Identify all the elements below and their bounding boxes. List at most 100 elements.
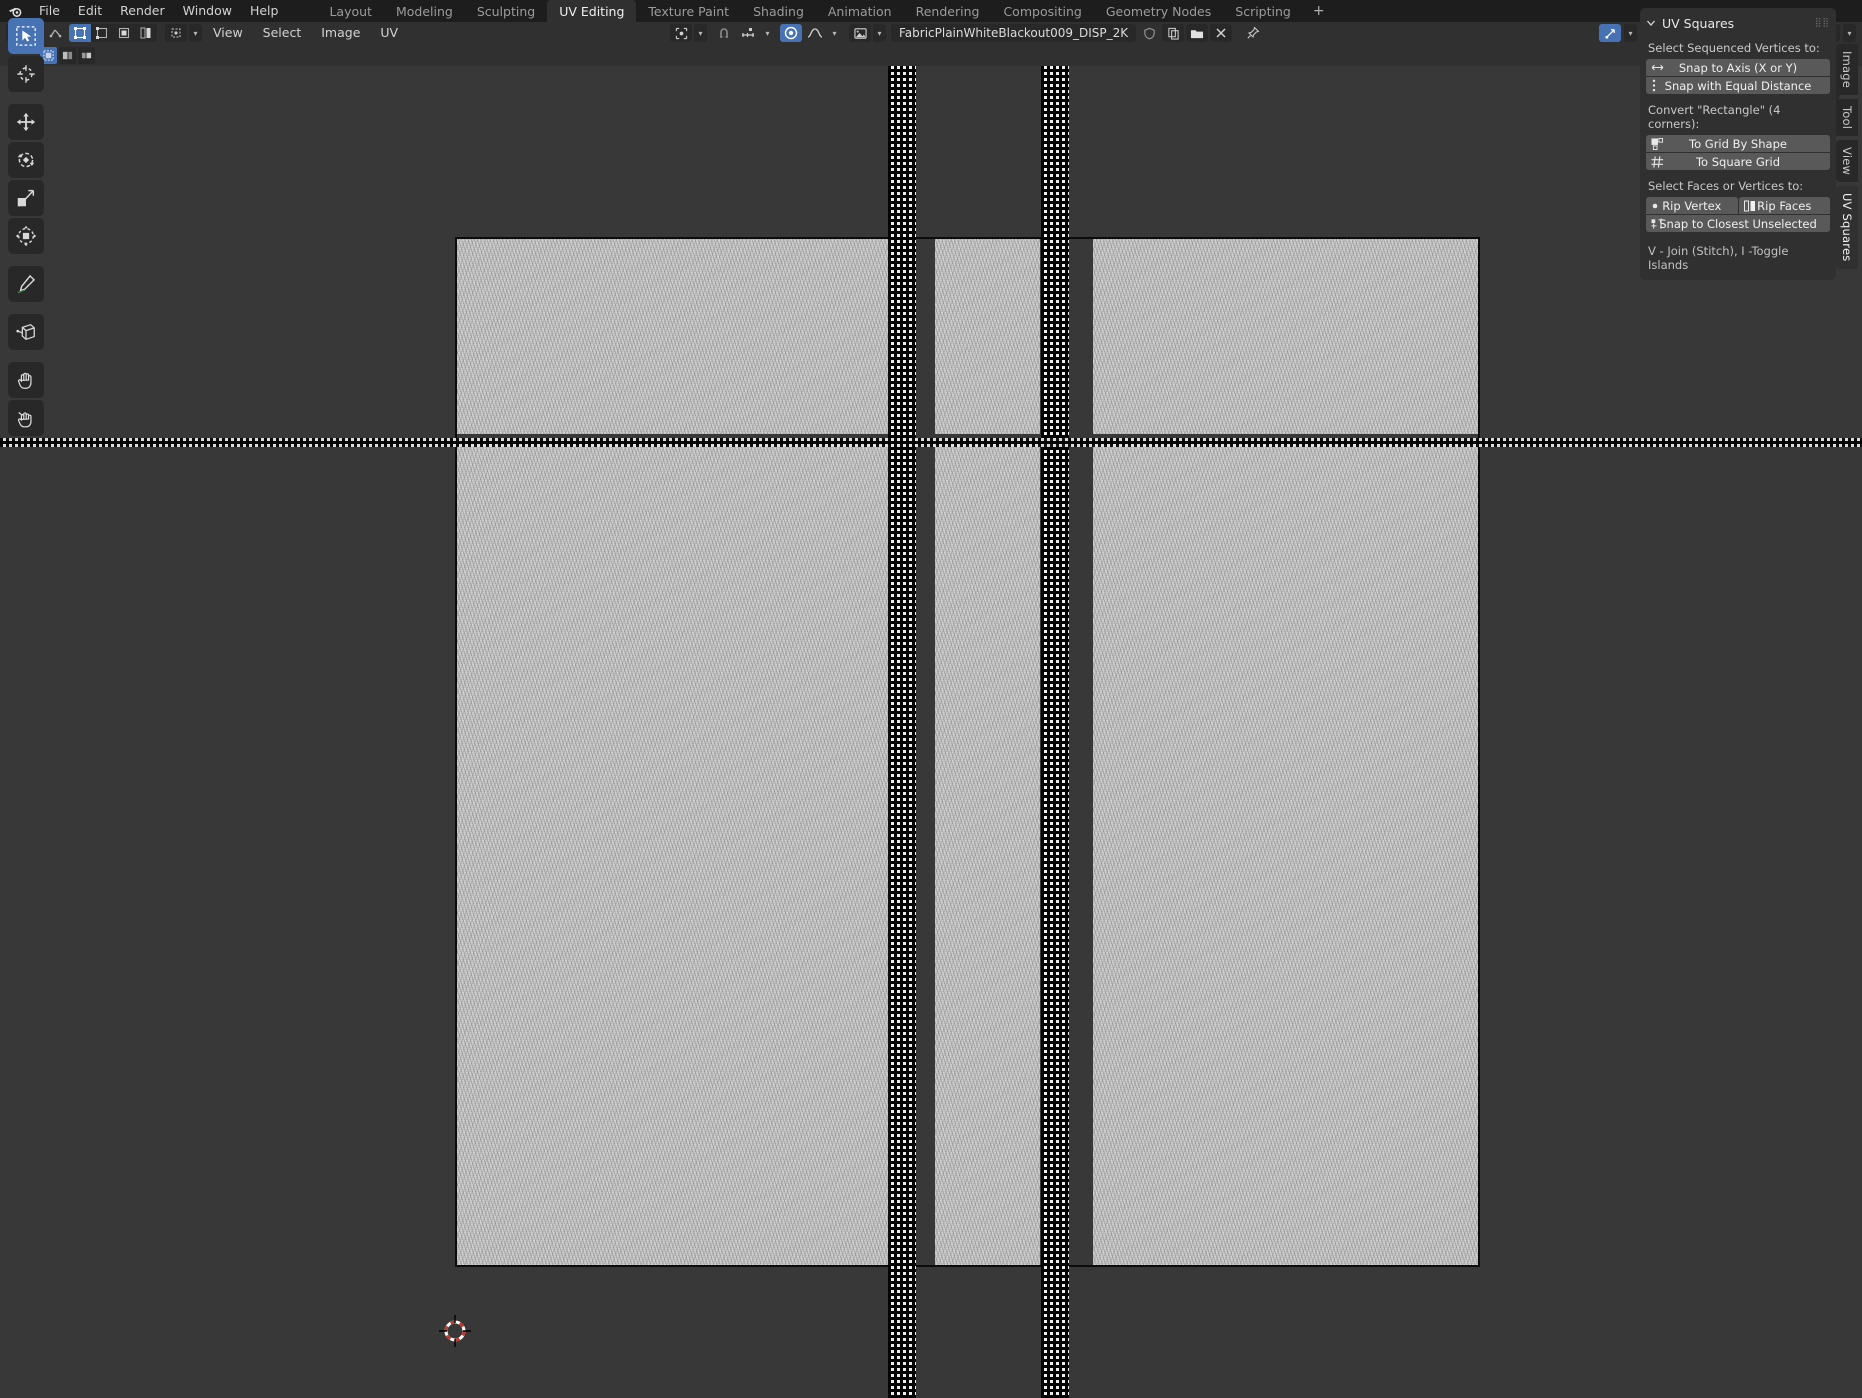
uv-island-border-left (455, 237, 457, 1267)
section-label-sequenced-vertices: Select Sequenced Vertices to: (1648, 41, 1830, 55)
image-name-field[interactable]: FabricPlainWhiteBlackout009_DISP_2K (891, 24, 1136, 42)
uv-seam-vertical-left (888, 66, 916, 1398)
workspace-tab-scripting[interactable]: Scripting (1223, 0, 1303, 22)
panel-title: UV Squares (1662, 16, 1734, 31)
snap-target-icon[interactable] (737, 24, 759, 42)
sticky-selection-icon[interactable] (165, 24, 187, 42)
grid-by-shape-icon (1651, 138, 1664, 150)
workspace-tab-compositing[interactable]: Compositing (991, 0, 1093, 22)
menu-view[interactable]: View (204, 22, 252, 44)
transform-tool[interactable] (8, 218, 44, 254)
move-tool[interactable] (8, 104, 44, 140)
workspace-tabs: Layout Modeling Sculpting UV Editing Tex… (317, 0, 1334, 22)
uv-image-region-left-top (455, 238, 890, 434)
uv-island-select-icon[interactable] (135, 24, 157, 42)
gizmo-icon[interactable] (1599, 24, 1621, 42)
sidebar-tab-image[interactable]: Image (1836, 44, 1858, 95)
to-grid-by-shape-button[interactable]: To Grid By Shape (1646, 135, 1830, 152)
menu-help[interactable]: Help (241, 0, 288, 22)
workspace-tab-animation[interactable]: Animation (816, 0, 904, 22)
scale-tool[interactable] (8, 180, 44, 216)
snap-to-closest-unselected-button[interactable]: Snap to Closest Unselected (1646, 215, 1830, 232)
workspace-tab-modeling[interactable]: Modeling (384, 0, 465, 22)
uv-face-select-icon[interactable] (113, 24, 135, 42)
menu-edit[interactable]: Edit (69, 0, 111, 22)
snap-to-axis-button[interactable]: Snap to Axis (X or Y) (1646, 59, 1830, 76)
chevron-down-icon[interactable] (1646, 18, 1656, 28)
to-square-grid-label: To Square Grid (1696, 155, 1780, 169)
rotate-tool[interactable] (8, 142, 44, 178)
workspace-tab-layout[interactable]: Layout (317, 0, 384, 22)
rip-vertex-label: Rip Vertex (1662, 199, 1721, 213)
sticky-caret-icon[interactable]: ▾ (189, 24, 202, 42)
gizmo-caret-icon[interactable]: ▾ (1624, 24, 1637, 42)
annotate-tool[interactable] (8, 266, 44, 302)
keyboard-hint-text: V - Join (Stitch), I -Toggle Islands (1648, 244, 1830, 272)
rip-region-tool[interactable] (8, 314, 44, 350)
workspace-tab-shading[interactable]: Shading (741, 0, 816, 22)
uv-image-region-right-bottom (1093, 445, 1480, 1266)
tweak-select-box-tool[interactable] (8, 18, 44, 54)
falloff-caret-icon[interactable]: ▾ (828, 24, 841, 42)
grab-tool[interactable] (8, 362, 44, 398)
add-workspace-button[interactable]: + (1303, 0, 1335, 22)
close-x-icon[interactable] (1210, 24, 1232, 42)
top-menu-bar: File Edit Render Window Help Layout Mode… (0, 0, 1862, 22)
menu-uv[interactable]: UV (371, 22, 407, 44)
sidebar-tab-view[interactable]: View (1836, 140, 1858, 182)
uv-image-region-left-bottom (455, 445, 890, 1266)
workspace-tab-uv-editing[interactable]: UV Editing (547, 0, 636, 22)
display-channels-caret-icon[interactable]: ▾ (1843, 24, 1856, 42)
uv-sync-icon[interactable] (45, 24, 67, 42)
uv-sticky-disabled-icon[interactable] (78, 47, 95, 64)
image-datablock-icon[interactable] (849, 24, 871, 42)
pin-icon[interactable] (1242, 24, 1264, 42)
uv-sticky-loc-icon[interactable] (59, 47, 76, 64)
folder-open-icon[interactable] (1186, 24, 1208, 42)
workspace-tab-geometry-nodes[interactable]: Geometry Nodes (1094, 0, 1223, 22)
pivot-point-icon[interactable] (670, 24, 692, 42)
rip-faces-button[interactable]: Rip Faces (1739, 197, 1831, 214)
rip-vertex-button[interactable]: Rip Vertex (1646, 197, 1738, 214)
uv-island-border-top (455, 237, 1480, 239)
uv-vertex-select-icon[interactable] (69, 24, 91, 42)
drag-grip-icon[interactable]: ⣿⣿ (1815, 18, 1830, 28)
sidebar-tab-uv-squares[interactable]: UV Squares (1836, 186, 1858, 268)
workspace-tab-sculpting[interactable]: Sculpting (465, 0, 547, 22)
snap-equal-distance-button[interactable]: Snap with Equal Distance (1646, 77, 1830, 94)
split-faces-icon (1744, 200, 1756, 212)
snap-magnet-icon[interactable] (713, 24, 735, 42)
uv-island-border-right (1478, 237, 1480, 1267)
square-grid-icon (1651, 156, 1664, 168)
menu-select[interactable]: Select (254, 22, 311, 44)
shield-fake-user-icon[interactable] (1138, 24, 1160, 42)
uv-image-region-right-top (1093, 238, 1480, 434)
menu-image[interactable]: Image (312, 22, 369, 44)
uv-squares-sidebar-panel: UV Squares ⣿⣿ Select Sequenced Vertices … (1640, 8, 1836, 280)
2d-cursor-crosshair-icon[interactable] (437, 1313, 473, 1349)
menu-window[interactable]: Window (174, 0, 241, 22)
cursor-tool[interactable] (8, 56, 44, 92)
uv-subheader (0, 44, 1862, 66)
workspace-tab-rendering[interactable]: Rendering (904, 0, 992, 22)
snap-target-caret-icon[interactable]: ▾ (761, 24, 774, 42)
sidebar-tab-view-label: View (1840, 147, 1854, 175)
workspace-tab-texture-paint[interactable]: Texture Paint (636, 0, 741, 22)
panel-header[interactable]: UV Squares ⣿⣿ (1646, 14, 1830, 32)
duplicate-icon[interactable] (1162, 24, 1184, 42)
to-square-grid-button[interactable]: To Square Grid (1646, 153, 1830, 170)
sidebar-vertical-tabs: Image Tool View UV Squares (1836, 44, 1862, 269)
rip-faces-label: Rip Faces (1757, 199, 1811, 213)
pivot-caret-icon[interactable]: ▾ (694, 24, 707, 42)
uv-island-border-bottom (455, 1265, 1480, 1267)
uv-edge-select-icon[interactable] (91, 24, 113, 42)
menu-render[interactable]: Render (111, 0, 174, 22)
proportional-falloff-icon[interactable] (804, 24, 826, 42)
sidebar-tab-tool[interactable]: Tool (1836, 99, 1858, 136)
image-browse-caret-icon[interactable]: ▾ (873, 24, 886, 42)
proportional-edit-icon[interactable] (780, 24, 802, 42)
uv-image-region-mid-bottom (935, 445, 1040, 1266)
dot-vertex-icon (1651, 202, 1659, 210)
uv-canvas[interactable] (0, 66, 1862, 1398)
relax-tool[interactable] (8, 400, 44, 436)
